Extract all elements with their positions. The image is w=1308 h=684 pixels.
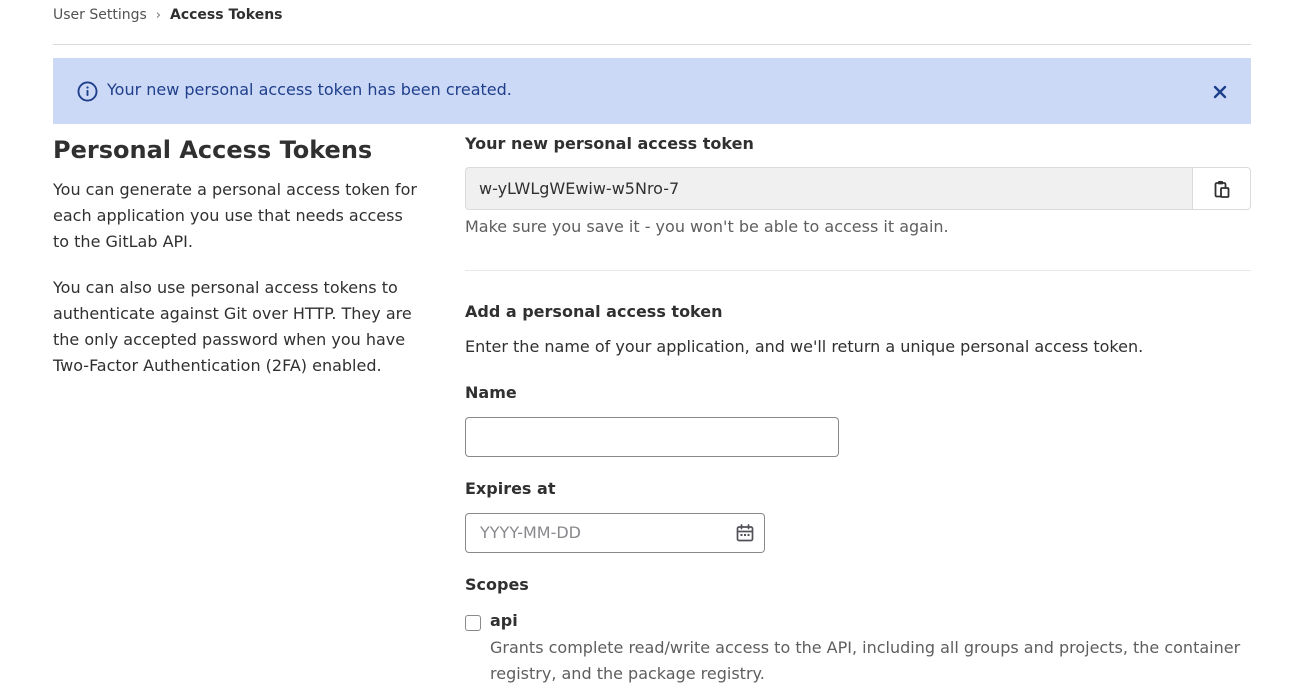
token-name-input[interactable]	[465, 417, 839, 457]
breadcrumb-chevron-icon: ›	[155, 7, 161, 23]
scope-api-checkbox[interactable]	[465, 615, 481, 631]
add-token-heading: Add a personal access token	[465, 302, 723, 321]
new-token-field[interactable]	[465, 167, 1192, 210]
alert-close-button[interactable]	[1210, 82, 1230, 102]
info-icon	[77, 81, 98, 102]
intro-paragraph-1: You can generate a personal access token…	[53, 180, 417, 251]
scope-api-description: Grants complete read/write access to the…	[490, 638, 1241, 683]
breadcrumb: User Settings › Access Tokens	[53, 4, 283, 26]
expires-date-input[interactable]: YYYY-MM-DD	[465, 513, 765, 553]
close-icon[interactable]	[1213, 85, 1227, 99]
expires-placeholder: YYYY-MM-DD	[480, 523, 581, 542]
clipboard-icon	[1214, 180, 1229, 198]
header-divider	[53, 44, 1251, 45]
new-token-label: Your new personal access token	[465, 134, 754, 153]
expires-label: Expires at	[465, 479, 556, 498]
scope-api-name[interactable]: api	[490, 611, 518, 630]
copy-token-button[interactable]	[1192, 167, 1251, 210]
intro-paragraph-2: You can also use personal access tokens …	[53, 278, 412, 375]
success-alert: Your new personal access token has been …	[53, 58, 1251, 124]
section-divider	[465, 270, 1251, 271]
alert-message: Your new personal access token has been …	[107, 80, 512, 99]
page-title: Personal Access Tokens	[53, 136, 373, 164]
breadcrumb-user-settings[interactable]: User Settings	[53, 7, 147, 23]
add-token-description: Enter the name of your application, and …	[465, 337, 1144, 356]
intro-section: Personal Access Tokens You can generate …	[53, 136, 423, 379]
name-label: Name	[465, 383, 517, 402]
breadcrumb-access-tokens: Access Tokens	[170, 7, 283, 23]
token-save-warning: Make sure you save it - you won't be abl…	[465, 217, 949, 236]
scopes-label: Scopes	[465, 575, 529, 594]
calendar-icon[interactable]	[736, 524, 754, 542]
new-token-group	[465, 167, 1251, 210]
